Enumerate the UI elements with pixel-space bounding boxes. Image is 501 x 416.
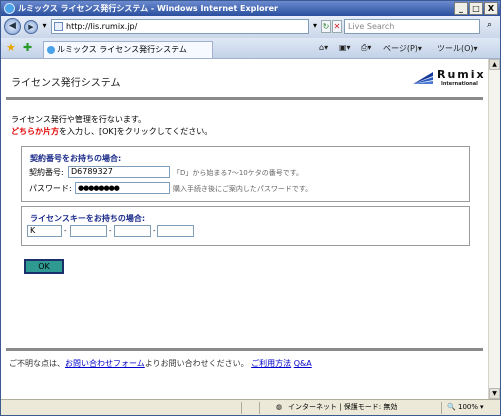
logo-subtitle: International [441, 81, 478, 87]
address-input[interactable]: http://lis.rumix.jp/ [51, 19, 309, 34]
page-menu[interactable]: ページ(P)▾ [383, 43, 422, 54]
license-key-field-2[interactable] [70, 225, 107, 237]
globe-icon: ◍ [276, 403, 283, 411]
password-hint: 購入手続き後にご案内したパスワードです。 [173, 185, 313, 193]
contract-number-hint: 「D」から始まる7〜10ケタの番号です。 [173, 169, 304, 177]
page-icon [54, 22, 63, 31]
stop-icon[interactable]: ✕ [332, 20, 342, 33]
address-row: ◀ ▶ ▾ http://lis.rumix.jp/ ▾ ↻ ✕ Live Se… [1, 16, 500, 38]
rumix-logo-mark-icon [413, 72, 433, 84]
search-icon[interactable]: ⌕ [482, 20, 497, 33]
tab-favicon [47, 46, 55, 54]
status-cell [441, 402, 442, 414]
window-title: ルミックス ライセンス発行システム - Windows Internet Exp… [18, 4, 278, 13]
status-cell [259, 402, 273, 414]
minimize-button[interactable]: _ [454, 2, 468, 15]
page-content: ライセンス発行システム Rumix International ライセンス発行や… [1, 59, 488, 399]
home-icon[interactable]: ⌂▾ [319, 43, 328, 52]
ok-button[interactable]: OK [24, 259, 64, 274]
license-key-section-title: ライセンスキーをお持ちの場合: [30, 214, 146, 223]
maximize-button[interactable]: □ [469, 2, 483, 15]
logo-word: Rumix [437, 68, 486, 81]
key-separator-2: - [109, 227, 112, 235]
rumix-logo: Rumix International [411, 68, 486, 90]
status-bar: ◍ インターネット | 保護モード: 無効 🔍 100% ▾ [1, 399, 500, 415]
tab-lis[interactable]: ルミックス ライセンス発行システム [43, 41, 213, 58]
usage-guide-link[interactable]: ご利用方法 [251, 359, 291, 368]
vertical-scrollbar[interactable]: ▲ ▼ [488, 59, 500, 399]
tab-label: ルミックス ライセンス発行システム [57, 45, 187, 54]
license-key-field-3[interactable] [114, 225, 151, 237]
print-icon[interactable]: ⎙▾ [361, 43, 371, 53]
tools-menu[interactable]: ツール(O)▾ [437, 43, 478, 54]
zone-status: インターネット | 保護モード: 無効 [288, 403, 398, 411]
ie-icon [4, 3, 15, 14]
back-arrow-icon[interactable]: ◀ [4, 18, 21, 35]
search-input[interactable]: Live Search [344, 19, 480, 34]
status-cell [241, 402, 259, 414]
contract-section: 契約番号をお持ちの場合: 契約番号: D6789327 「D」から始まる7〜10… [21, 146, 470, 202]
site-title: ライセンス発行システム [11, 78, 121, 89]
contract-number-label: 契約番号: [29, 168, 64, 177]
scroll-up-icon[interactable]: ▲ [489, 59, 500, 70]
address-dropdown-icon[interactable]: ▾ [310, 20, 320, 33]
intro-line-1: ライセンス発行や管理を行ないます。 [11, 115, 147, 124]
favorites-star-icon[interactable]: ★ [6, 41, 16, 54]
contract-section-title: 契約番号をお持ちの場合: [30, 154, 122, 163]
footer-prefix: ご不明な点は、 [9, 359, 65, 368]
address-url: http://lis.rumix.jp/ [66, 22, 138, 31]
browser-window: ルミックス ライセンス発行システム - Windows Internet Exp… [0, 0, 501, 416]
zoom-dropdown-icon[interactable]: ▾ [480, 400, 484, 415]
close-button[interactable]: X [484, 2, 498, 15]
top-divider [6, 97, 483, 100]
contact-form-link[interactable]: お問い合わせフォーム [65, 359, 145, 368]
password-field[interactable]: ●●●●●●●● [75, 182, 170, 194]
intro-instruction: を入力し、[OK]をクリックしてください。 [59, 127, 213, 136]
add-favorite-icon[interactable]: ✚ [23, 41, 32, 54]
license-key-field-1[interactable]: K [27, 225, 62, 237]
title-bar: ルミックス ライセンス発行システム - Windows Internet Exp… [1, 1, 500, 16]
footer: ご不明な点は、お問い合わせフォームよりお問い合わせください。 ご利用方法 Q&A [9, 358, 312, 369]
forward-arrow-icon[interactable]: ▶ [24, 20, 38, 34]
tools-menu-label: ツール(O) [437, 44, 474, 53]
footer-middle: よりお問い合わせください。 [144, 359, 249, 368]
key-separator-3: - [153, 227, 156, 235]
page-menu-label: ページ(P) [383, 44, 418, 53]
feeds-icon[interactable]: ▣▾ [339, 43, 351, 52]
intro-emphasis: どちらか片方 [11, 127, 59, 136]
refresh-icon[interactable]: ↻ [321, 20, 331, 33]
contract-number-field[interactable]: D6789327 [68, 166, 170, 178]
scroll-down-icon[interactable]: ▼ [489, 388, 500, 399]
key-separator-1: - [64, 227, 67, 235]
history-dropdown-icon[interactable]: ▾ [40, 20, 49, 33]
password-label: パスワード: [29, 184, 72, 193]
bottom-divider [6, 348, 483, 351]
tab-row: ★ ✚ ルミックス ライセンス発行システム ⌂▾ ▣▾ ⎙▾ ページ(P)▾ ツ… [1, 38, 500, 59]
intro-line-2: どちらか片方を入力し、[OK]をクリックしてください。 [11, 126, 212, 137]
qa-link[interactable]: Q&A [294, 359, 312, 368]
license-key-section: ライセンスキーをお持ちの場合: K - - - [21, 206, 470, 246]
zoom-level[interactable]: 100% [458, 400, 478, 415]
zoom-icon[interactable]: 🔍 [447, 400, 456, 415]
license-key-field-4[interactable] [157, 225, 194, 237]
